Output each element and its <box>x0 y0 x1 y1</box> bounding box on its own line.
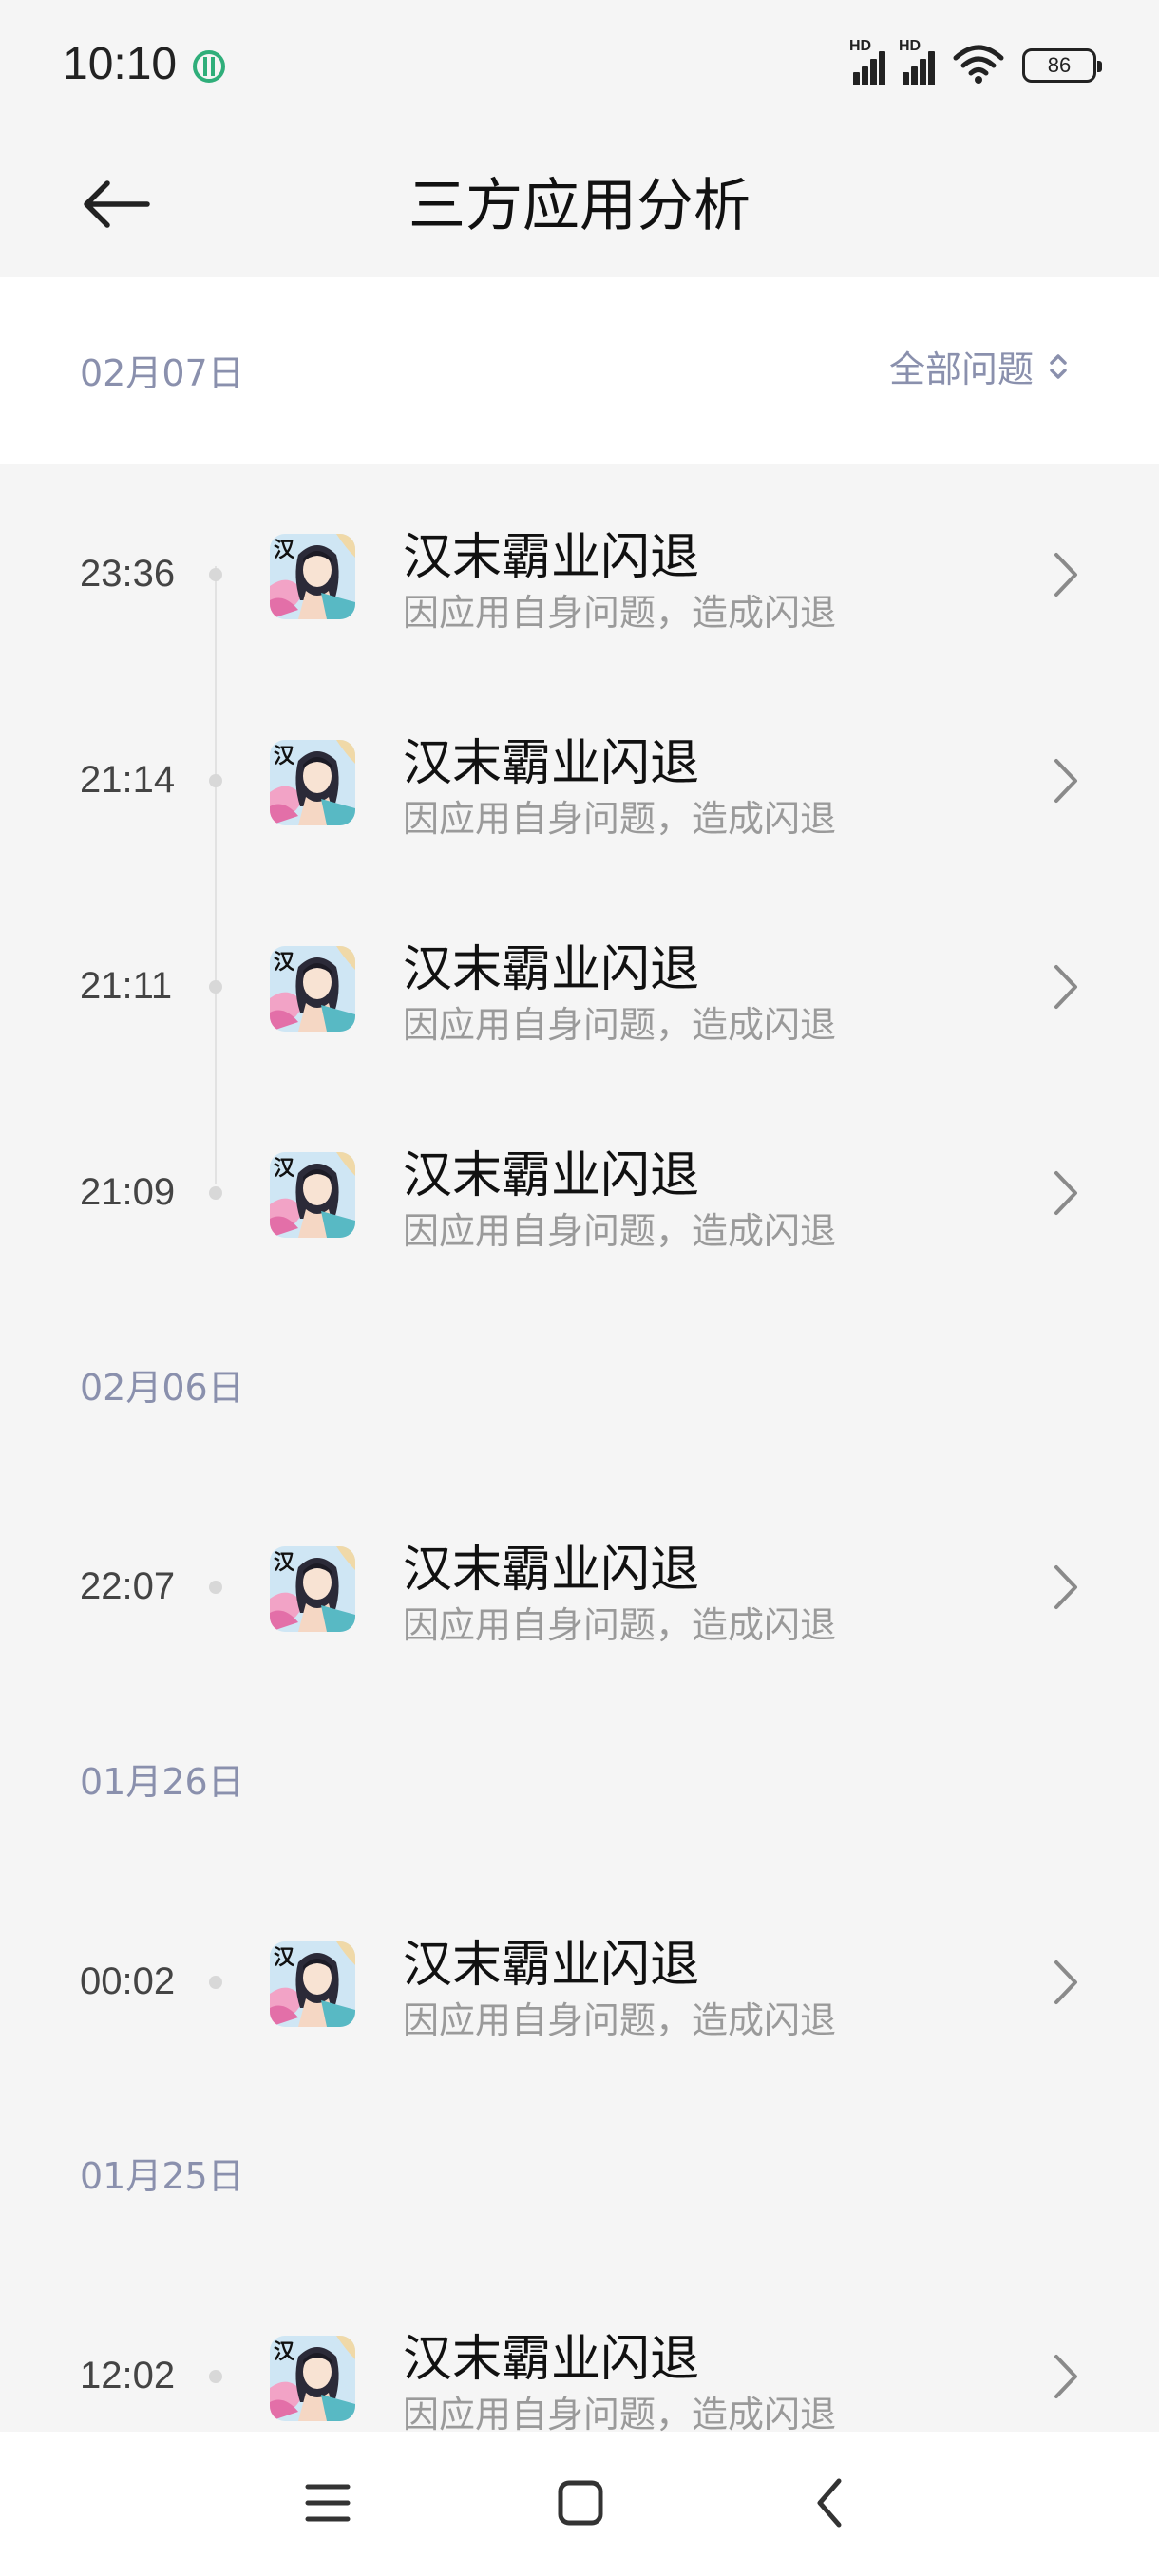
status-indicators: HD HD 86 <box>849 38 1102 89</box>
item-time: 00:02 <box>80 1960 176 2002</box>
item-subtitle: 因应用自身问题，造成闪退 <box>403 1210 837 1252</box>
list-item[interactable]: 00:02 汉末霸业闪退 因应用自身问题，造成闪退 <box>0 1881 1159 2061</box>
item-time: 22:07 <box>80 1565 176 1607</box>
list-item[interactable]: 21:09 汉末霸业闪退 因应用自身问题，造成闪退 <box>0 1091 1159 1272</box>
section-date: 02月07日 <box>80 352 244 394</box>
app-icon <box>270 946 355 1032</box>
item-time: 21:14 <box>80 759 176 801</box>
section-date: 01月25日 <box>80 2155 244 2197</box>
timeline-dot <box>209 774 222 787</box>
app-notification-icon <box>190 47 228 85</box>
item-title: 汉末霸业闪退 <box>403 735 700 792</box>
status-time: 10:10 <box>63 39 178 89</box>
sort-updown-icon <box>1050 353 1067 379</box>
item-subtitle: 因应用自身问题，造成闪退 <box>403 592 837 634</box>
list-item[interactable]: 12:02 汉末霸业闪退 因应用自身问题，造成闪退 <box>0 2275 1159 2455</box>
app-icon <box>270 2336 355 2421</box>
timeline-dot <box>209 1976 222 1989</box>
home-button[interactable] <box>547 2470 614 2536</box>
item-time: 21:09 <box>80 1171 176 1213</box>
item-title: 汉末霸业闪退 <box>403 529 700 586</box>
wifi-icon <box>952 43 1005 88</box>
chevron-right-icon <box>1051 1959 1079 2006</box>
item-title: 汉末霸业闪退 <box>403 941 700 998</box>
app-icon <box>270 1152 355 1238</box>
item-subtitle: 因应用自身问题，造成闪退 <box>403 1604 837 1646</box>
filter-dropdown[interactable]: 全部问题 <box>889 340 1070 392</box>
section-date: 02月06日 <box>80 1367 244 1409</box>
chevron-right-icon <box>1051 963 1079 1011</box>
item-time: 21:11 <box>80 965 173 1007</box>
cellular-signal-icon: HD <box>849 38 885 85</box>
app-icon <box>270 534 355 619</box>
nav-back-button[interactable] <box>796 2470 863 2536</box>
chevron-right-icon <box>1051 551 1079 598</box>
item-subtitle: 因应用自身问题，造成闪退 <box>403 2394 837 2435</box>
cellular-signal-icon-2: HD <box>899 38 935 85</box>
timeline-dot <box>209 1186 222 1200</box>
list-item[interactable]: 23:36 汉末霸业闪退 因应用自身问题，造成闪退 <box>0 473 1159 653</box>
navigation-bar <box>0 2432 1159 2576</box>
list-item[interactable]: 21:14 汉末霸业闪退 因应用自身问题，造成闪退 <box>0 679 1159 860</box>
section-date: 01月26日 <box>80 1761 244 1803</box>
battery-indicator: 86 <box>1022 48 1102 83</box>
list-item[interactable]: 22:07 汉末霸业闪退 因应用自身问题，造成闪退 <box>0 1486 1159 1666</box>
chevron-right-icon <box>1051 757 1079 805</box>
signal-hd-label: HD <box>849 38 872 54</box>
item-title: 汉末霸业闪退 <box>403 1542 700 1599</box>
timeline-dot <box>209 568 222 581</box>
list-item[interactable]: 21:11 汉末霸业闪退 因应用自身问题，造成闪退 <box>0 885 1159 1066</box>
page-title: 三方应用分析 <box>408 173 750 239</box>
signal-hd-label-2: HD <box>899 38 922 54</box>
menu-icon <box>305 2484 351 2522</box>
item-subtitle: 因应用自身问题，造成闪退 <box>403 1004 837 1046</box>
home-square-icon <box>558 2480 603 2526</box>
recent-apps-button[interactable] <box>294 2470 361 2536</box>
app-icon <box>270 1546 355 1632</box>
item-time: 12:02 <box>80 2355 176 2396</box>
status-bar: 10:10 HD HD 86 <box>0 0 1159 133</box>
header: 三方应用分析 <box>0 133 1159 275</box>
filter-label: 全部问题 <box>888 349 1034 390</box>
item-title: 汉末霸业闪退 <box>403 2331 700 2388</box>
chevron-left-icon <box>817 2478 842 2528</box>
app-icon <box>270 1941 355 2027</box>
item-subtitle: 因应用自身问题，造成闪退 <box>403 798 837 840</box>
app-icon <box>270 740 355 825</box>
timeline-dot <box>209 1581 222 1594</box>
item-subtitle: 因应用自身问题，造成闪退 <box>403 1999 837 2041</box>
timeline-dot <box>209 2370 222 2383</box>
chevron-right-icon <box>1051 1169 1079 1217</box>
timeline-dot <box>209 980 222 994</box>
chevron-right-icon <box>1051 2353 1079 2400</box>
item-title: 汉末霸业闪退 <box>403 1937 700 1994</box>
item-title: 汉末霸业闪退 <box>403 1147 700 1204</box>
item-time: 23:36 <box>80 553 176 595</box>
chevron-right-icon <box>1051 1563 1079 1611</box>
filter-band: 02月07日 全部问题 <box>0 277 1159 464</box>
